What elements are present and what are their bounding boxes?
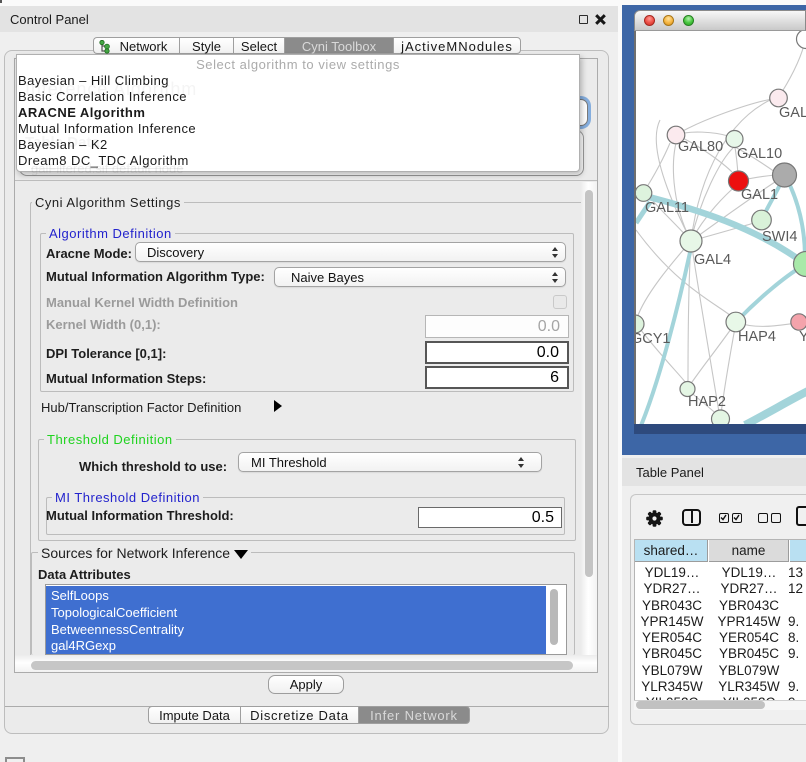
svg-text:GAL1: GAL1 (741, 187, 778, 203)
svg-text:GAL80: GAL80 (678, 139, 723, 155)
svg-text:GAL10: GAL10 (737, 146, 782, 162)
svg-text:GCY1: GCY1 (636, 331, 671, 347)
svg-text:GAL4: GAL4 (694, 252, 731, 268)
svg-text:Y: Y (799, 329, 806, 345)
svg-text:GAL11: GAL11 (645, 200, 689, 216)
svg-text:HAP4: HAP4 (738, 329, 776, 345)
svg-text:HAP2: HAP2 (688, 394, 726, 410)
svg-text:GAL7: GAL7 (779, 105, 806, 121)
svg-text:SWI4: SWI4 (762, 229, 797, 245)
